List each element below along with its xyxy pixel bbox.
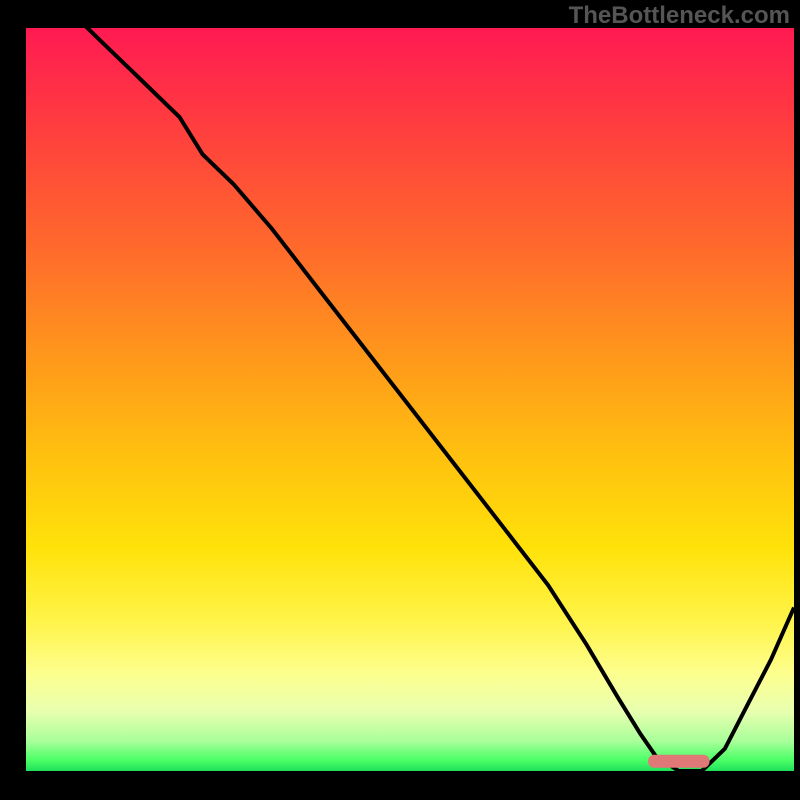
optimal-zone-marker — [648, 755, 709, 768]
bottleneck-curve-path — [26, 28, 794, 771]
chart-frame — [0, 0, 800, 800]
watermark-text: TheBottleneck.com — [569, 2, 790, 30]
plot-area — [26, 28, 794, 771]
frame-border-right — [794, 0, 800, 800]
chart-container: TheBottleneck.com — [0, 0, 800, 800]
frame-border-left — [0, 0, 26, 800]
curve-svg — [26, 28, 794, 771]
frame-border-bottom — [0, 771, 800, 800]
